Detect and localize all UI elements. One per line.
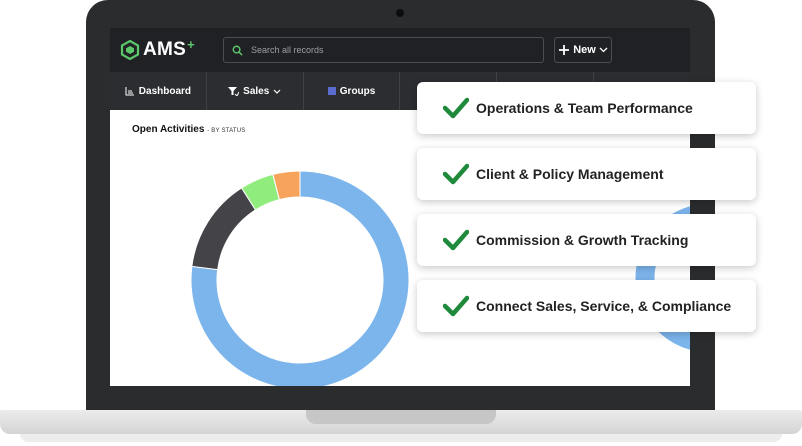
feature-card: Commission & Growth Tracking [417, 214, 756, 266]
checkmark-icon [443, 163, 469, 185]
nav-label-groups: Groups [339, 85, 376, 97]
laptop-base-shadow [20, 434, 782, 442]
panel-title-text: Open Activities [132, 124, 205, 135]
nav-label-sales: Sales [243, 85, 270, 97]
plus-icon [559, 45, 570, 55]
feature-label: Commission & Growth Tracking [476, 232, 689, 248]
checkmark-icon [443, 229, 469, 251]
feature-label: Client & Policy Management [476, 166, 664, 182]
search-icon [232, 45, 243, 56]
webcam [396, 9, 404, 17]
logo-text: AMS [143, 39, 187, 60]
new-button[interactable]: New [554, 37, 612, 63]
nav-item-groups[interactable]: Groups [304, 72, 401, 110]
square-icon [327, 87, 336, 95]
panel-subtitle: - BY STATUS [207, 128, 246, 134]
feature-label: Operations & Team Performance [476, 100, 693, 116]
logo-plus: + [187, 36, 195, 52]
hexagon-logo-icon [120, 40, 140, 60]
checkmark-icon [443, 295, 469, 317]
chevron-down-icon [599, 47, 608, 53]
search-box[interactable] [223, 37, 544, 63]
checkmark-icon [443, 97, 469, 119]
panel-title: Open Activities - BY STATUS [132, 124, 245, 135]
nav-item-sales[interactable]: Sales [207, 72, 304, 110]
new-button-label: New [573, 44, 596, 56]
nav-item-dashboard[interactable]: Dashboard [110, 72, 207, 110]
feature-card: Client & Policy Management [417, 148, 756, 200]
chart-icon [125, 86, 134, 95]
app-logo[interactable]: AMS + [120, 36, 195, 61]
top-bar: AMS + New [110, 28, 690, 72]
feature-card: Operations & Team Performance [417, 82, 756, 134]
chevron-down-icon [273, 89, 281, 94]
search-input[interactable] [249, 44, 533, 56]
donut-slice[interactable] [191, 187, 257, 271]
feature-label: Connect Sales, Service, & Compliance [476, 298, 732, 314]
feature-card: Connect Sales, Service, & Compliance [417, 280, 756, 332]
donut-chart [190, 170, 410, 386]
nav-label-dashboard: Dashboard [138, 85, 192, 97]
laptop-base-notch [306, 410, 496, 424]
funnel-icon [228, 86, 240, 96]
